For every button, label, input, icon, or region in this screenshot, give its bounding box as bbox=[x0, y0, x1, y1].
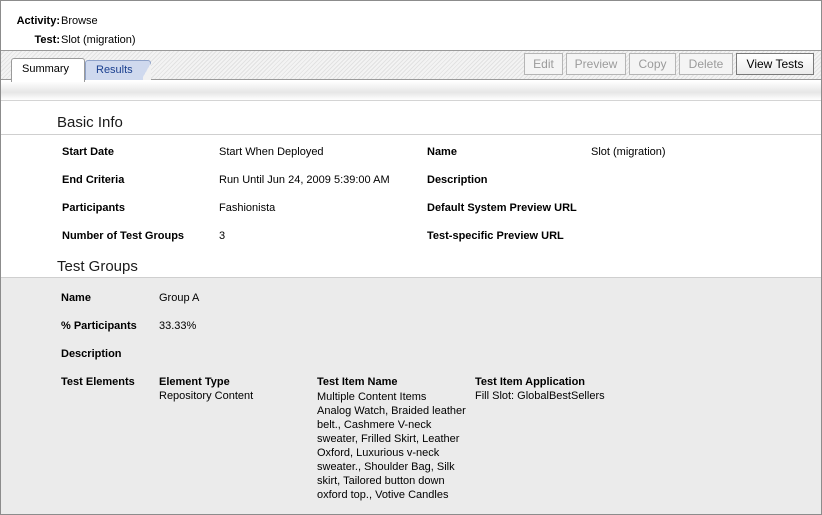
test-value: Slot (migration) bbox=[61, 34, 136, 46]
description-label: Description bbox=[427, 174, 488, 186]
basic-info-title: Basic Info bbox=[57, 114, 123, 131]
activity-value: Browse bbox=[61, 15, 98, 27]
test-item-name-list: Multiple Content Items Analog Watch, Bra… bbox=[317, 390, 477, 502]
name-label: Name bbox=[427, 146, 457, 158]
tab-summary-label: Summary bbox=[22, 63, 70, 75]
group-name-label: Name bbox=[61, 292, 91, 304]
group-description-label: Description bbox=[61, 348, 122, 360]
delete-button[interactable]: Delete bbox=[679, 53, 733, 75]
test-item-name-line: Multiple Content Items bbox=[317, 391, 427, 403]
group-participants-value: 33.33% bbox=[159, 320, 197, 332]
toolbar-shadow bbox=[1, 81, 821, 101]
start-date-value: Start When Deployed bbox=[219, 146, 324, 158]
edit-button[interactable]: Edit bbox=[524, 53, 563, 75]
preview-button[interactable]: Preview bbox=[566, 53, 626, 75]
end-criteria-label: End Criteria bbox=[62, 174, 125, 186]
test-item-name-line: oxford top., Votive Candles bbox=[317, 489, 449, 501]
test-item-application-value: Fill Slot: GlobalBestSellers bbox=[475, 390, 605, 402]
test-elements-label: Test Elements bbox=[61, 376, 135, 388]
participants-value: Fashionista bbox=[219, 202, 276, 214]
test-item-name-line: sweater., Shoulder Bag, Silk bbox=[317, 461, 455, 473]
name-value: Slot (migration) bbox=[591, 146, 666, 158]
element-type-value: Repository Content bbox=[159, 390, 254, 402]
activity-label: Activity: bbox=[16, 15, 60, 27]
test-preview-url-label: Test-specific Preview URL bbox=[427, 230, 564, 242]
group-name-value: Group A bbox=[159, 292, 200, 304]
end-criteria-value: Run Until Jun 24, 2009 5:39:00 AM bbox=[219, 174, 390, 186]
test-item-name-line: sweater, Frilled Skirt, Leather bbox=[317, 433, 460, 445]
participants-label: Participants bbox=[62, 202, 125, 214]
tab-summary[interactable]: Summary bbox=[11, 58, 85, 82]
test-item-name-line: skirt, Tailored button down bbox=[317, 475, 445, 487]
number-of-test-groups-label: Number of Test Groups bbox=[62, 230, 185, 242]
test-item-name-line: belt., Cashmere V-neck bbox=[317, 419, 432, 431]
tab-results[interactable]: Results bbox=[85, 60, 151, 80]
group-participants-label: % Participants bbox=[61, 320, 137, 332]
view-tests-button[interactable]: View Tests bbox=[736, 53, 814, 75]
start-date-label: Start Date bbox=[62, 146, 114, 158]
test-item-name-line: Analog Watch, Braided leather bbox=[317, 405, 466, 417]
test-groups-title: Test Groups bbox=[57, 258, 138, 275]
test-item-name-line: Oxford, Luxurious v-neck bbox=[317, 447, 440, 459]
test-item-application-header: Test Item Application bbox=[475, 376, 586, 388]
default-preview-url-label: Default System Preview URL bbox=[427, 202, 577, 214]
test-item-name-header: Test Item Name bbox=[317, 376, 398, 388]
tab-bar: Summary Results Edit Preview Copy Delete… bbox=[1, 50, 821, 82]
tab-results-label: Results bbox=[96, 64, 133, 76]
test-summary-panel: Activity: Browse Test: Slot (migration) … bbox=[0, 0, 822, 515]
basic-info-divider bbox=[1, 134, 821, 135]
element-type-header: Element Type bbox=[159, 376, 230, 388]
copy-button[interactable]: Copy bbox=[629, 53, 676, 75]
number-of-test-groups-value: 3 bbox=[219, 230, 226, 242]
test-label: Test: bbox=[34, 34, 60, 46]
